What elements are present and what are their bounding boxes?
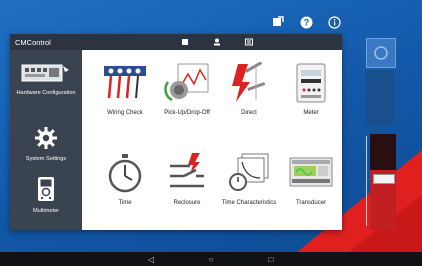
tile-label: Time Characteristics bbox=[221, 200, 277, 206]
tile-label: Wiring Check bbox=[107, 110, 143, 116]
sidebar-item-hardware-configuration[interactable]: Hardware Configuration bbox=[10, 64, 82, 96]
user-tab-icon[interactable] bbox=[212, 37, 222, 47]
screen: ? CMControl Hardware Configuration Syste… bbox=[0, 0, 422, 266]
gear-icon bbox=[34, 126, 58, 153]
app-header: CMControl bbox=[10, 34, 342, 50]
multimeter-icon bbox=[36, 176, 56, 205]
tile-label: Pick-Up/Drop-Off bbox=[164, 110, 210, 116]
tile-transducer[interactable]: Transducer bbox=[280, 152, 342, 224]
pickup-dropoff-icon bbox=[164, 62, 210, 104]
meter-icon bbox=[291, 62, 331, 104]
home-circle-icon[interactable]: ○ bbox=[201, 255, 221, 264]
sidebar-item-system-settings[interactable]: System Settings bbox=[10, 126, 82, 162]
tile-wiring-check[interactable]: Wiring Check bbox=[94, 62, 156, 134]
hardware-icon bbox=[21, 64, 71, 87]
side-panel bbox=[358, 34, 410, 234]
direct-icon bbox=[226, 62, 272, 104]
stopwatch-icon bbox=[102, 152, 148, 194]
tile-time-characteristics[interactable]: Time Characteristics bbox=[218, 152, 280, 224]
svg-text:?: ? bbox=[303, 17, 309, 27]
tile-label: Direct bbox=[241, 110, 257, 116]
sidebar-item-label: Hardware Configuration bbox=[16, 89, 76, 96]
level-slider-track[interactable] bbox=[370, 134, 396, 230]
transducer-icon bbox=[288, 152, 334, 194]
list-tab-icon[interactable] bbox=[244, 37, 254, 47]
tile-meter[interactable]: Meter bbox=[280, 62, 342, 134]
tile-label: Reclosure bbox=[173, 200, 201, 206]
panel-top-button[interactable] bbox=[366, 38, 396, 68]
info-icon[interactable] bbox=[326, 14, 342, 30]
level-slider-handle[interactable] bbox=[373, 174, 395, 184]
wiring-check-icon bbox=[102, 62, 148, 104]
sidebar: Hardware Configuration System Settings M… bbox=[10, 50, 82, 230]
tile-time[interactable]: Time bbox=[94, 152, 156, 224]
level-scale bbox=[358, 136, 367, 226]
home-tab-icon[interactable] bbox=[180, 37, 190, 47]
back-icon[interactable]: ◁ bbox=[141, 255, 161, 264]
tile-label: Meter bbox=[303, 110, 319, 116]
help-icon[interactable]: ? bbox=[298, 14, 314, 30]
app-window: CMControl Hardware Configuration System … bbox=[10, 34, 342, 230]
sidebar-item-label: System Settings bbox=[25, 155, 67, 162]
app-title: CMControl bbox=[15, 37, 51, 47]
tile-pickup-dropoff[interactable]: Pick-Up/Drop-Off bbox=[156, 62, 218, 134]
sidebar-item-multimeter[interactable]: Multimeter bbox=[10, 176, 82, 214]
tile-direct[interactable]: Direct bbox=[218, 62, 280, 134]
export-icon[interactable] bbox=[270, 14, 286, 30]
panel-mid-block bbox=[366, 70, 394, 126]
tile-reclosure[interactable]: Reclosure bbox=[156, 152, 218, 224]
tile-label: Transducer bbox=[295, 200, 327, 206]
recents-icon[interactable]: □ bbox=[261, 255, 281, 264]
sidebar-item-label: Multimeter bbox=[32, 207, 60, 214]
reclosure-icon bbox=[164, 152, 210, 194]
navigation-bar: ◁ ○ □ bbox=[0, 252, 422, 266]
tile-label: Time bbox=[118, 200, 132, 206]
time-characteristics-icon bbox=[226, 152, 272, 194]
